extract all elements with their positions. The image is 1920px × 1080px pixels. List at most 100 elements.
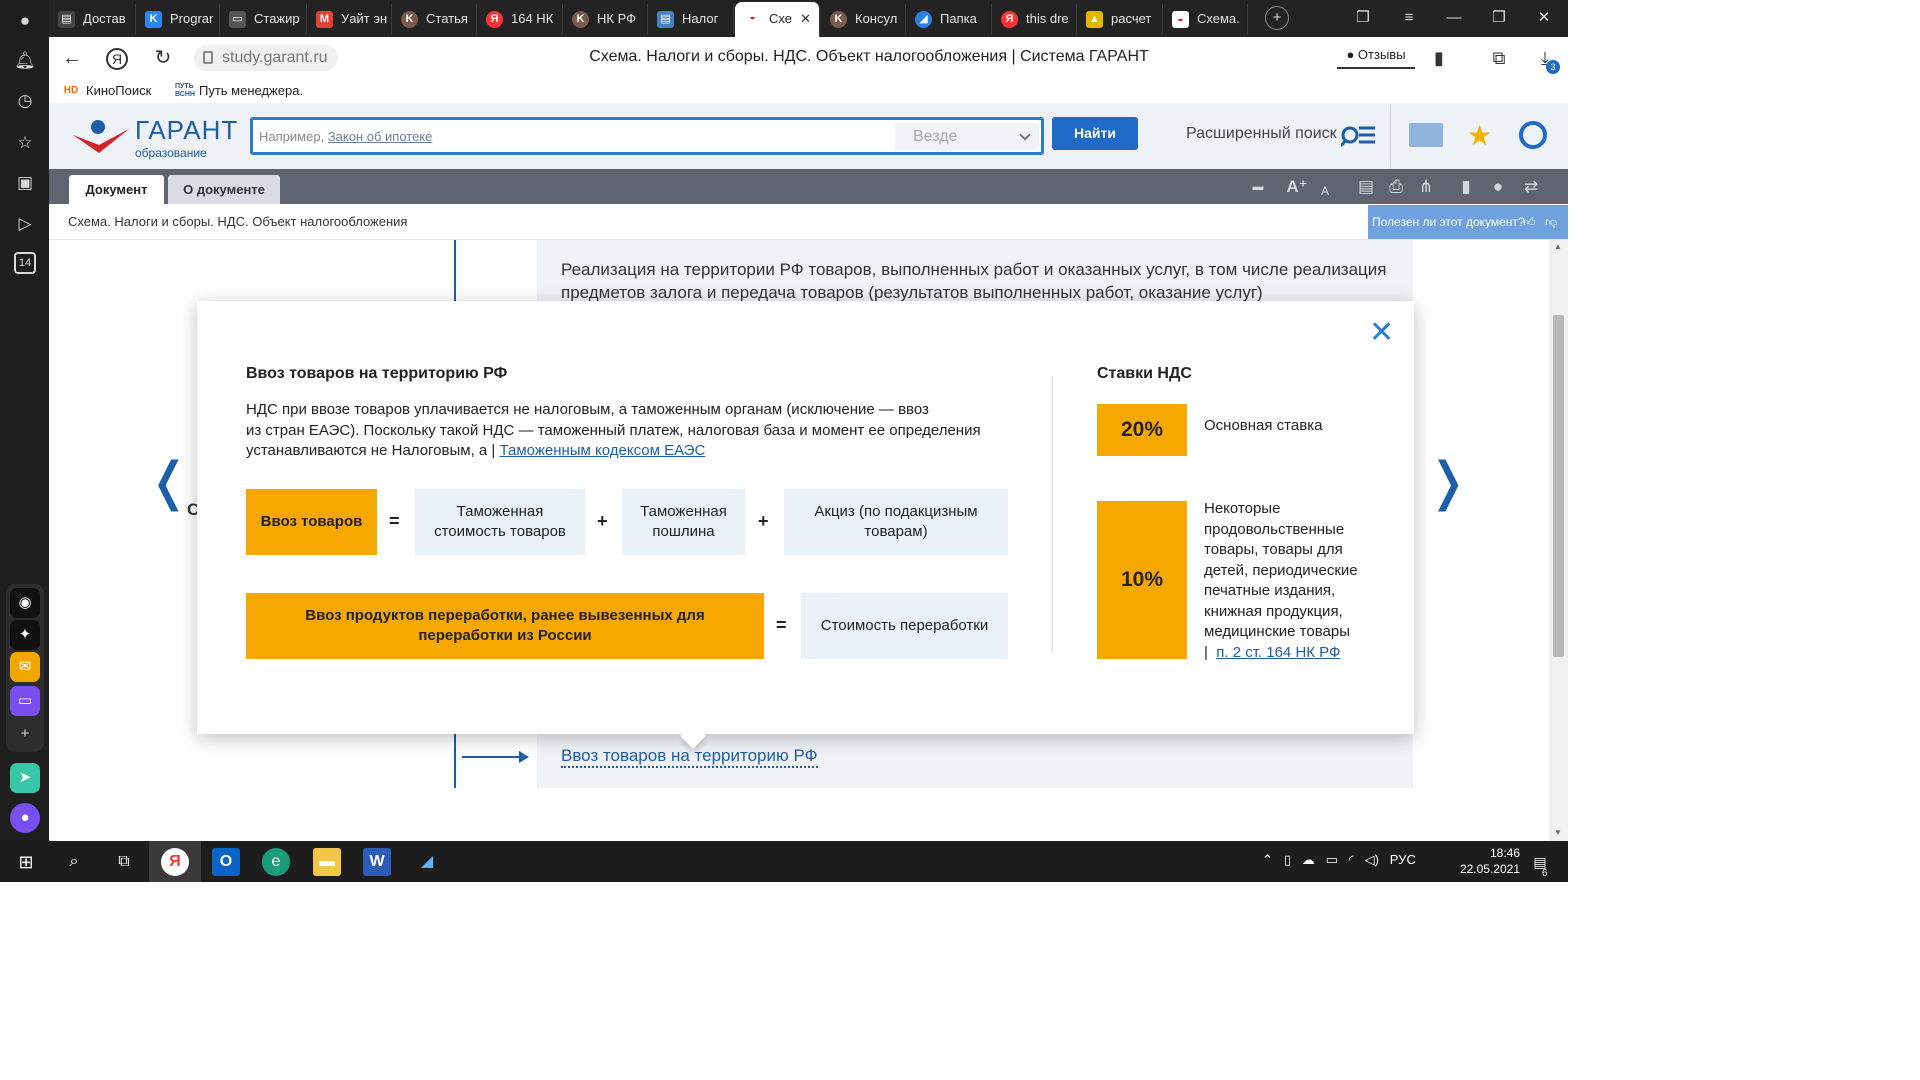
- search-box[interactable]: Например, Закон об ипотеке Везде: [250, 117, 1044, 155]
- profile-icon[interactable]: ●: [12, 8, 38, 34]
- record-app-icon[interactable]: ◉: [10, 588, 40, 618]
- messages-icon[interactable]: [1409, 123, 1443, 147]
- word-icon[interactable]: W: [363, 848, 391, 876]
- minimize-icon[interactable]: —: [1440, 6, 1468, 30]
- alice-app-icon[interactable]: ●: [10, 803, 40, 833]
- garant-logo[interactable]: ГАРАНТ образование: [71, 115, 237, 160]
- scrollbar-thumb[interactable]: [1553, 315, 1564, 657]
- onedrive-icon[interactable]: ☁: [1302, 852, 1315, 867]
- browser-tab[interactable]: K НК РФ: [563, 4, 648, 34]
- browser-tab-active[interactable]: ◒ Схе ✕: [735, 2, 820, 37]
- bell-icon[interactable]: 🔔︎: [12, 48, 38, 74]
- outlook-icon[interactable]: O: [212, 848, 240, 876]
- browser-tab[interactable]: ▲ расчет: [1077, 4, 1163, 34]
- compare-arrows-icon[interactable]: ⇄: [1519, 175, 1543, 199]
- collections-toolbar-icon[interactable]: ⧉: [1486, 46, 1512, 72]
- history-clock-icon[interactable]: [1519, 121, 1547, 149]
- task-view-icon[interactable]: ⧉: [110, 848, 138, 876]
- browser-tab[interactable]: M Уайт эн: [307, 4, 392, 34]
- sparkle-app-icon[interactable]: ✦: [10, 620, 40, 650]
- browser-tab[interactable]: K Статья: [392, 4, 477, 34]
- send-app-icon[interactable]: ➤: [10, 763, 40, 793]
- next-chevron-icon[interactable]: ❭: [1426, 452, 1470, 512]
- back-arrow-icon[interactable]: ←: [59, 46, 85, 72]
- scroll-up-icon[interactable]: ▲: [1554, 242, 1562, 251]
- bookmark-put-menedzhera[interactable]: ПУТЬ ВСНН Путь менеджера.: [175, 82, 303, 100]
- messenger-app-icon[interactable]: ▭: [10, 686, 40, 716]
- scrollbar[interactable]: ▲ ▼: [1549, 240, 1568, 841]
- bookmark-kinopoisk[interactable]: HD КиноПоиск: [62, 82, 152, 100]
- thumbs-up-icon[interactable]: 👍︎: [1523, 205, 1536, 239]
- print-icon[interactable]: ⎙: [1384, 175, 1408, 199]
- wifi-icon[interactable]: ◜: [1349, 852, 1354, 867]
- scheme-link[interactable]: Ввоз товаров на территорию РФ: [561, 746, 818, 768]
- downloads-icon[interactable]: ⤓ 3: [1532, 46, 1560, 74]
- browser-tab[interactable]: Яthis dre: [992, 4, 1077, 34]
- tabs-menu-icon[interactable]: ❐: [1349, 6, 1377, 30]
- edge-icon[interactable]: e: [262, 848, 290, 876]
- search-example-link[interactable]: Закон об ипотеке: [328, 129, 433, 144]
- favorites-star-icon[interactable]: ★: [1467, 119, 1492, 152]
- browser-tab[interactable]: ◒ Схема.: [1163, 4, 1248, 34]
- reload-icon[interactable]: ↻: [150, 46, 176, 72]
- maximize-icon[interactable]: ❐: [1485, 6, 1513, 30]
- advanced-search-icon[interactable]: [1341, 123, 1375, 147]
- garant-app-icon[interactable]: ◢: [413, 848, 441, 876]
- advanced-search-link[interactable]: Расширенный поиск: [1186, 125, 1337, 143]
- close-tab-icon[interactable]: ✕: [800, 2, 811, 35]
- clock[interactable]: 18:46 22.05.2021: [1450, 845, 1520, 877]
- file-explorer-icon[interactable]: ▬: [313, 848, 341, 876]
- search-input[interactable]: Например, Закон об ипотеке: [259, 126, 889, 148]
- yandex-browser-icon[interactable]: Я: [161, 848, 189, 876]
- language-indicator[interactable]: РУС: [1390, 852, 1416, 867]
- menu-icon[interactable]: ≡: [1395, 6, 1423, 30]
- bookmark-doc-icon[interactable]: ▮: [1454, 175, 1478, 199]
- font-increase-icon[interactable]: A⁺: [1285, 175, 1309, 199]
- share-icon[interactable]: ⋔: [1414, 175, 1438, 199]
- voice-icon[interactable]: ▬: [1246, 175, 1270, 199]
- previous-chevron-icon[interactable]: ❬: [147, 452, 191, 512]
- notifications-icon[interactable]: ▤ 6: [1526, 848, 1554, 879]
- add-app-icon[interactable]: +: [10, 719, 40, 749]
- bookmark-icon[interactable]: ▮: [1426, 46, 1452, 72]
- scroll-down-icon[interactable]: ▼: [1554, 828, 1562, 837]
- tab-about-document[interactable]: О документе: [168, 175, 280, 204]
- search-scope-select[interactable]: Везде: [895, 123, 1039, 151]
- history-icon[interactable]: ◷: [12, 88, 38, 114]
- star-icon[interactable]: ☆: [12, 130, 38, 156]
- yandex-home-icon[interactable]: Я: [106, 48, 128, 70]
- save-icon[interactable]: ▤: [1354, 175, 1378, 199]
- yandex-icon: Я: [1001, 11, 1018, 28]
- browser-tab[interactable]: ◢ Папка: [906, 4, 992, 34]
- browser-tab[interactable]: Я 164 НК: [477, 4, 563, 34]
- browser-tab[interactable]: K Консул: [821, 4, 906, 34]
- url-field[interactable]: study.garant.ru: [194, 45, 338, 71]
- popup-divider: [1052, 377, 1053, 653]
- browser-tab[interactable]: ▤ Налог: [648, 4, 734, 34]
- reviews-button[interactable]: ● Отзывы: [1337, 45, 1415, 69]
- font-decrease-icon[interactable]: A: [1313, 179, 1337, 203]
- close-icon[interactable]: ✕: [1369, 318, 1394, 348]
- mail-app-icon[interactable]: ✉: [10, 652, 40, 682]
- tax-code-link[interactable]: п. 2 ст. 164 НК РФ: [1216, 644, 1340, 661]
- taskbar-search-icon[interactable]: ⌕: [60, 848, 88, 876]
- breadcrumb-bar: Схема. Налоги и сборы. НДС. Объект налог…: [49, 204, 1568, 240]
- play-icon[interactable]: ▷: [12, 211, 38, 237]
- tabs-counter-icon[interactable]: 14: [14, 252, 36, 274]
- new-tab-icon[interactable]: +: [1265, 6, 1289, 30]
- battery-icon[interactable]: ▭: [1326, 852, 1338, 867]
- browser-tab[interactable]: ▤ Достав: [49, 4, 136, 34]
- collections-icon[interactable]: ▣: [12, 170, 38, 196]
- windows-start-icon[interactable]: ⊞: [12, 848, 40, 876]
- browser-tab[interactable]: ▭ Стажир: [220, 4, 307, 34]
- tray-device-icon[interactable]: ▯: [1284, 852, 1291, 867]
- close-window-icon[interactable]: ✕: [1530, 6, 1558, 30]
- volume-icon[interactable]: ◁): [1365, 852, 1379, 867]
- info-icon[interactable]: ●: [1486, 175, 1510, 199]
- tray-expand-icon[interactable]: ⌃: [1262, 852, 1273, 867]
- thumbs-down-icon[interactable]: 👎︎: [1545, 205, 1557, 239]
- browser-tab[interactable]: K Prograr: [136, 4, 220, 34]
- tab-document[interactable]: Документ: [69, 175, 164, 204]
- find-button[interactable]: Найти: [1052, 117, 1138, 150]
- customs-code-link[interactable]: Таможенным кодексом ЕАЭС: [500, 442, 706, 459]
